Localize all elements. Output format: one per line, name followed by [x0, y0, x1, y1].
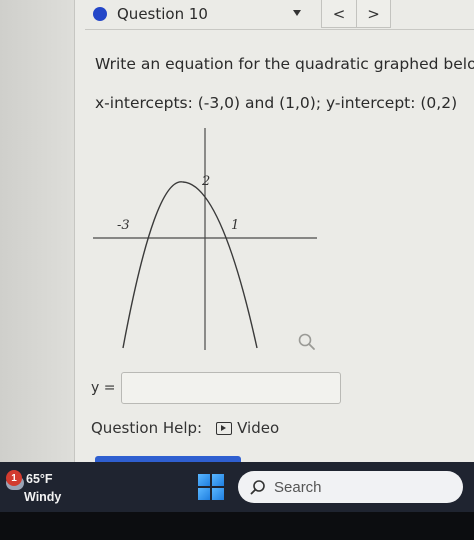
parabola-graph: -3 1 2 [93, 126, 319, 354]
question-bar: Question 10 < > [85, 0, 474, 30]
answer-row: y = [91, 372, 342, 404]
video-link[interactable]: Video [216, 419, 279, 437]
x-intercept-label-left: -3 [117, 218, 130, 233]
question-selector[interactable]: Question 10 [85, 0, 309, 28]
search-placeholder: Search [274, 478, 322, 496]
y-intercept-label: 2 [202, 174, 211, 189]
taskbar: 1 65°F Windy Search [0, 462, 474, 512]
intercepts-text: x-intercepts: (-3,0) and (1,0); y-interc… [95, 94, 458, 112]
next-question-button[interactable]: > [356, 0, 390, 27]
x-intercept-label-right: 1 [231, 218, 240, 233]
question-title: Question 10 [117, 5, 208, 23]
video-play-icon [216, 421, 233, 435]
left-margin [0, 0, 74, 462]
question-nav: < > [321, 0, 391, 28]
search-icon [250, 479, 266, 495]
alert-badge: 1 [6, 470, 22, 486]
magnify-icon[interactable] [297, 332, 317, 356]
question-page: Question 10 < > Write an equation for th… [74, 0, 474, 462]
weather-temperature: 65°F [26, 472, 53, 486]
parabola-curve [122, 181, 258, 349]
answer-input[interactable] [121, 372, 342, 404]
taskbar-search-box[interactable]: Search [238, 471, 463, 503]
video-link-label: Video [237, 419, 280, 437]
windows-start-button[interactable] [198, 474, 224, 500]
answer-label: y = [91, 380, 116, 396]
question-help: Question Help: Video [91, 419, 279, 437]
question-status-dot [93, 7, 107, 21]
chevron-down-icon [293, 10, 301, 16]
question-prompt: Write an equation for the quadratic grap… [95, 55, 474, 73]
previous-question-button[interactable]: < [322, 0, 356, 27]
weather-widget[interactable]: 1 65°F Windy [6, 466, 86, 508]
windows-logo-pane [198, 474, 210, 486]
question-help-label: Question Help: [91, 419, 203, 437]
windows-logo-pane [198, 488, 210, 500]
windows-logo-pane [212, 474, 224, 486]
weather-condition: Windy [24, 490, 62, 504]
windows-logo-pane [212, 488, 224, 500]
graph-svg [93, 128, 317, 350]
screen-bezel [0, 512, 474, 540]
